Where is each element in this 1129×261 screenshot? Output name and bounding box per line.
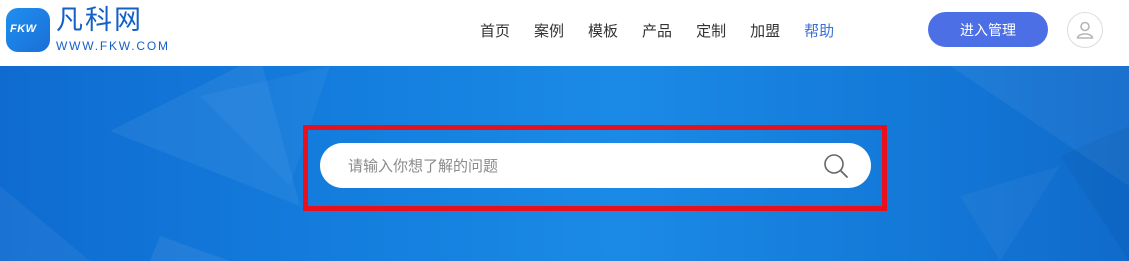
nav-item-custom[interactable]: 定制 [696,20,726,42]
search-box [320,143,871,188]
main-nav: 首页 案例 模板 产品 定制 加盟 帮助 [480,20,858,42]
logo-badge: FKW [6,8,50,52]
nav-item-home[interactable]: 首页 [480,20,510,42]
top-header: FKW 凡科网 WWW.FKW.COM 首页 案例 模板 产品 定制 加盟 帮助… [0,0,1129,66]
nav-item-help[interactable]: 帮助 [804,20,834,42]
user-avatar[interactable] [1067,12,1103,48]
logo-name-en: WWW.FKW.COM [56,39,170,53]
enter-management-button[interactable]: 进入管理 [928,12,1048,47]
logo-name-cn: 凡科网 [56,5,143,36]
nav-item-franchise[interactable]: 加盟 [750,20,780,42]
site-logo[interactable]: FKW 凡科网 WWW.FKW.COM [6,6,170,58]
logo-wordmark: 凡科网 WWW.FKW.COM [56,5,170,54]
search-input[interactable] [348,143,818,188]
user-icon [1076,21,1094,39]
nav-item-products[interactable]: 产品 [642,20,672,42]
logo-badge-text: FKW [10,23,37,35]
nav-item-cases[interactable]: 案例 [534,20,564,42]
search-icon[interactable] [822,152,850,180]
nav-item-templates[interactable]: 模板 [588,20,618,42]
